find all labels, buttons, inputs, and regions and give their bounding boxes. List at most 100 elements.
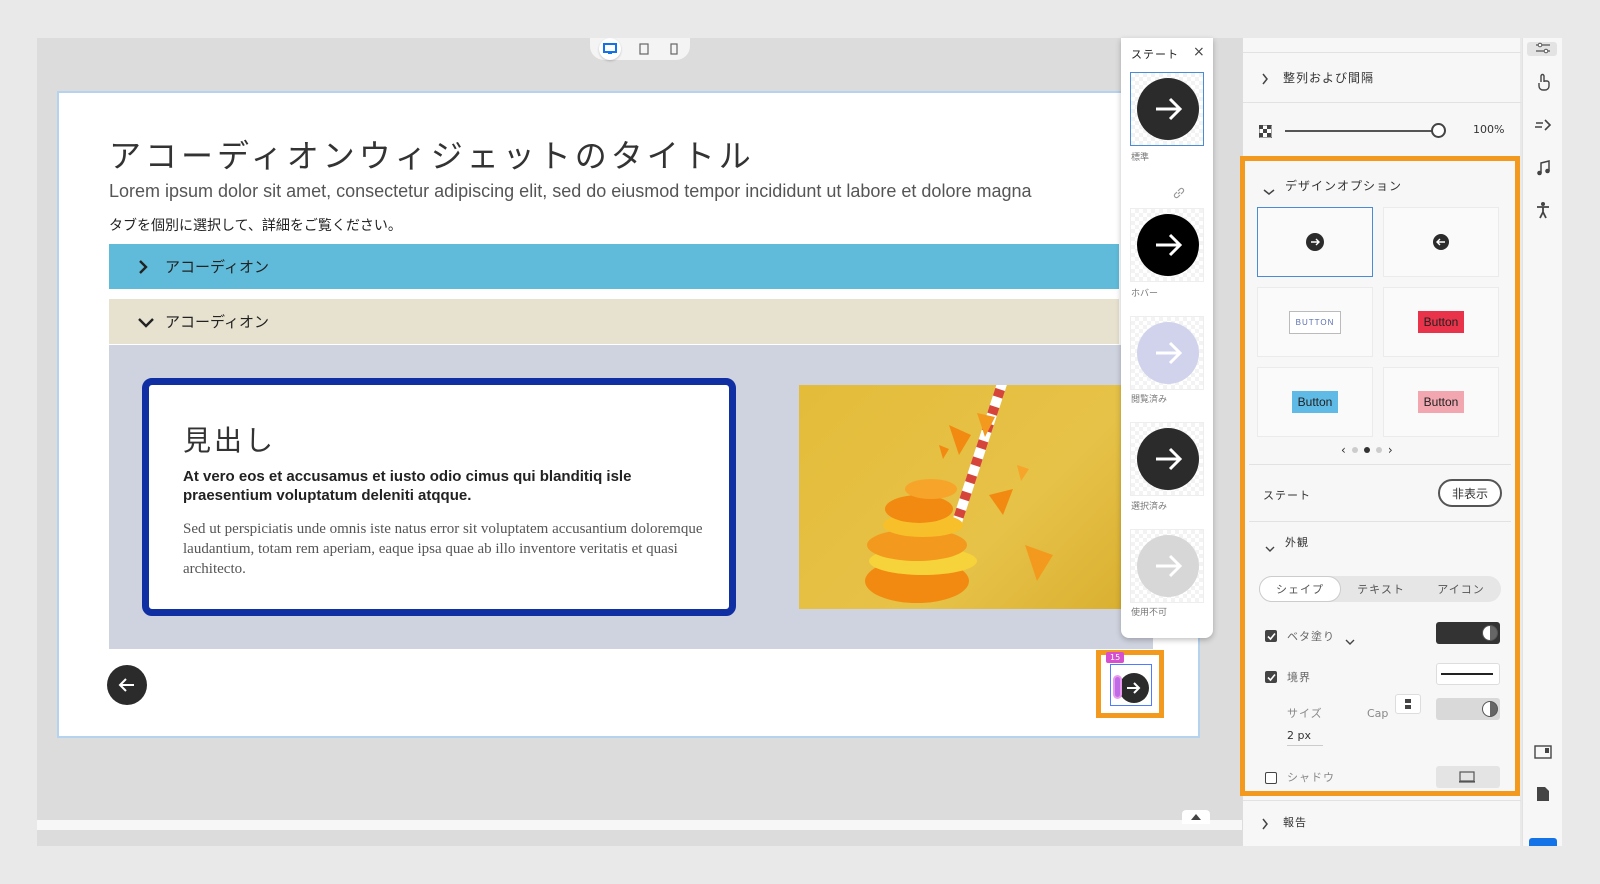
state-tile-selected[interactable] [1130, 422, 1204, 496]
next-button[interactable] [1119, 673, 1149, 703]
shadow-checkbox[interactable] [1265, 772, 1277, 784]
arrow-right-icon [1137, 322, 1199, 384]
canvas-bottom-bar [37, 820, 1267, 830]
transparency-icon [1258, 123, 1273, 142]
state-label: ホバー [1131, 289, 1159, 299]
hide-states-button[interactable]: 非表示 [1438, 479, 1502, 507]
design-options-label[interactable]: デザインオプション [1285, 177, 1402, 194]
shadow-preset-swatch[interactable] [1436, 766, 1500, 788]
accordion-header-collapsed[interactable]: アコーディオン [109, 244, 1119, 289]
state-popover: ステート × 標準 ホバー 閲覧済み 選択済み 使用不可 [1121, 38, 1213, 638]
chevron-down-icon [137, 316, 157, 328]
tab-icon[interactable]: アイコン [1421, 576, 1501, 602]
touch-interaction-icon[interactable] [1533, 72, 1553, 92]
design-option-blue-button[interactable]: Button [1257, 367, 1373, 437]
fill-checkbox[interactable] [1265, 630, 1277, 642]
audio-icon[interactable] [1533, 158, 1553, 178]
content-card[interactable]: 見出し At vero eos et accusamus et iusto od… [142, 378, 736, 616]
device-toggle [590, 38, 690, 60]
border-color-swatch[interactable] [1436, 698, 1500, 720]
design-option-circle-small[interactable] [1383, 207, 1499, 277]
report-label: 報告 [1283, 816, 1307, 829]
pager-dot[interactable] [1351, 447, 1358, 453]
shadow-icon [1459, 771, 1475, 783]
widget-description[interactable]: Lorem ipsum dolor sit amet, consectetur … [109, 181, 1032, 202]
selection-frame [1110, 664, 1152, 706]
divider [1249, 464, 1511, 465]
check-icon [1266, 632, 1276, 640]
accordion-header-expanded[interactable]: アコーディオン [109, 299, 1119, 344]
accessibility-icon[interactable] [1533, 200, 1553, 220]
color-picker-icon[interactable] [1482, 701, 1498, 717]
pager-prev[interactable]: ‹ [1341, 443, 1346, 457]
state-tile-visited[interactable] [1130, 316, 1204, 390]
card-heading: 見出し [183, 424, 277, 457]
option-preview-label: Button [1291, 391, 1339, 413]
chevron-right-icon [137, 259, 157, 275]
arrow-right-icon [1137, 428, 1199, 490]
pager-dot-active[interactable] [1363, 447, 1370, 453]
options-pager: ‹ › [1341, 443, 1393, 457]
option-preview-label: BUTTON [1288, 310, 1342, 334]
widget-subtitle[interactable]: タブを個別に選択して、詳細をご覧ください。 [109, 215, 402, 235]
chevron-right-icon [1261, 70, 1269, 89]
widget-title[interactable]: アコーディオンウィジェットのタイトル [109, 131, 755, 177]
arrow-right-icon [1306, 233, 1324, 251]
arrow-right-icon [1137, 214, 1199, 276]
shadow-label: シャドウ [1287, 771, 1335, 784]
state-label: 標準 [1131, 153, 1150, 163]
option-preview-label: Button [1417, 391, 1465, 413]
opacity-slider-track[interactable] [1285, 130, 1435, 132]
design-option-text-button[interactable]: BUTTON [1257, 287, 1373, 357]
state-tile-normal[interactable] [1130, 72, 1204, 146]
state-preview [1136, 534, 1200, 598]
tab-shape[interactable]: シェイプ [1259, 576, 1341, 602]
state-tile-disabled[interactable] [1130, 529, 1204, 603]
size-value[interactable]: 2 px [1287, 729, 1311, 742]
panel-layout-icon[interactable] [1533, 742, 1553, 762]
fill-color-swatch[interactable] [1436, 622, 1500, 644]
animation-icon[interactable] [1533, 115, 1553, 135]
design-option-circle-large[interactable] [1257, 207, 1373, 277]
cap-style-icon[interactable] [1395, 694, 1421, 714]
phone-view-icon[interactable] [667, 43, 681, 55]
arrow-left-icon [118, 678, 134, 692]
card-body-text: Sed ut perspiciatis unde omnis iste natu… [183, 521, 703, 577]
opacity-row: 100% [1243, 102, 1521, 152]
design-options-section: デザインオプション BUTTON Button Button Button ‹ … [1240, 156, 1520, 796]
border-checkbox[interactable] [1265, 671, 1277, 683]
close-icon[interactable]: × [1193, 44, 1205, 60]
design-option-red-button[interactable]: Button [1383, 287, 1499, 357]
align-spacing-row[interactable]: 整列および間隔 [1243, 52, 1521, 102]
rail-active-tab[interactable] [1529, 838, 1557, 846]
line-icon [1441, 673, 1493, 675]
tab-text[interactable]: テキスト [1341, 576, 1421, 602]
element-tag: 15 [1106, 652, 1125, 663]
editor-canvas: アコーディオンウィジェットのタイトル Lorem ipsum dolor sit… [37, 38, 1267, 846]
state-tile-hover[interactable] [1130, 208, 1204, 282]
border-style-swatch[interactable] [1436, 663, 1500, 685]
collapse-toggle[interactable] [1182, 810, 1210, 824]
state-section-label: ステート [1263, 489, 1311, 502]
settings-sliders-icon[interactable] [1533, 38, 1553, 58]
chevron-down-icon[interactable] [1345, 631, 1355, 650]
pager-next[interactable]: › [1388, 443, 1393, 457]
fill-label: ベタ塗り [1287, 630, 1335, 643]
appearance-label[interactable]: 外観 [1285, 534, 1309, 550]
link-icon[interactable] [1173, 184, 1185, 203]
design-option-pink-button[interactable]: Button [1383, 367, 1499, 437]
tablet-view-icon[interactable] [637, 43, 651, 55]
size-label: サイズ [1287, 707, 1323, 720]
state-preview [1136, 77, 1200, 141]
color-picker-icon[interactable] [1482, 625, 1498, 641]
arrow-left-icon [1433, 234, 1449, 250]
accordion-widget: アコーディオンウィジェットのタイトル Lorem ipsum dolor sit… [57, 91, 1200, 738]
report-row[interactable]: 報告 [1243, 800, 1521, 846]
desktop-view-icon[interactable] [599, 38, 621, 60]
pager-dot[interactable] [1375, 447, 1382, 453]
opacity-slider-handle[interactable] [1431, 123, 1446, 138]
anchor-handle[interactable] [1113, 675, 1122, 699]
citrus-image[interactable] [799, 385, 1153, 609]
previous-button[interactable] [107, 665, 147, 705]
document-icon[interactable] [1533, 784, 1553, 804]
